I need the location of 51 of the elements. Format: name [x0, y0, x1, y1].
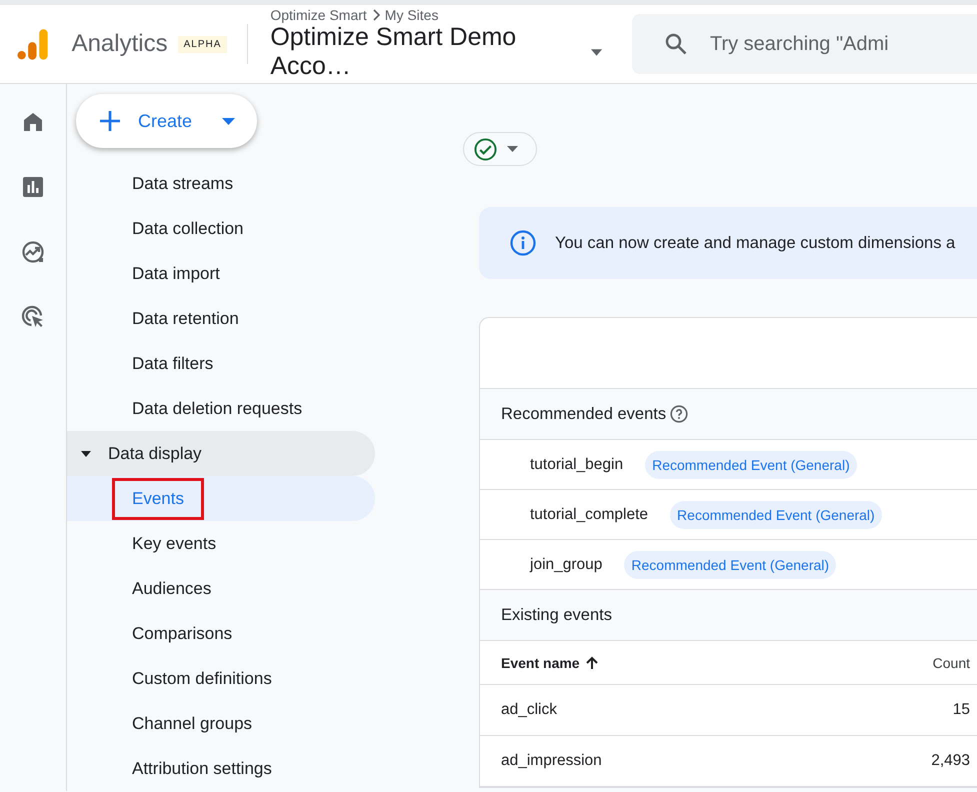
nav-item[interactable]: Data streams: [67, 161, 375, 206]
alpha-badge: ALPHA: [178, 36, 228, 52]
create-button[interactable]: Create: [76, 94, 257, 148]
caret-icon: [222, 118, 235, 124]
target-cursor-icon[interactable]: [21, 305, 45, 329]
plus-icon: [98, 109, 122, 133]
event-name: tutorial_complete: [530, 506, 648, 524]
product-name: Analytics: [72, 30, 168, 58]
table-cell: 15: [952, 701, 970, 719]
search-field[interactable]: Try searching "Admi: [632, 14, 977, 74]
home-icon[interactable]: [21, 110, 45, 134]
nav-item[interactable]: Data retention: [67, 296, 375, 341]
analytics-logo: [17, 28, 48, 60]
event-tag: Recommended Event (General): [670, 500, 882, 528]
event-tag: Recommended Event (General): [645, 450, 857, 478]
nav-item[interactable]: Events: [67, 476, 375, 521]
info-icon: [510, 230, 536, 256]
nav-item[interactable]: Attribution settings: [67, 746, 375, 791]
table-cell: 2,493: [931, 752, 970, 770]
caret-icon: [81, 450, 91, 456]
event-tag: Recommended Event (General): [624, 550, 836, 578]
column-header[interactable]: Event name: [501, 654, 599, 670]
bar-chart-icon[interactable]: [21, 175, 45, 199]
nav-item[interactable]: Data import: [67, 251, 375, 296]
trend-chart-icon[interactable]: [21, 240, 45, 264]
section-title: Recommended events: [501, 404, 666, 424]
section-title: Existing events: [501, 606, 612, 624]
caret-icon[interactable]: [590, 48, 602, 56]
nav-item[interactable]: Channel groups: [67, 701, 375, 746]
column-header[interactable]: Count: [932, 654, 970, 670]
event-name: tutorial_begin: [530, 456, 624, 474]
breadcrumb-link[interactable]: Optimize Smart: [270, 7, 367, 23]
nav-group-item[interactable]: Data display: [67, 431, 375, 476]
nav-item[interactable]: Data collection: [67, 206, 375, 251]
status-dropdown[interactable]: [463, 132, 537, 166]
nav-item[interactable]: Comparisons: [67, 611, 375, 656]
banner-text: You can now create and manage custom dimensions a: [555, 234, 956, 252]
nav-item[interactable]: Data filters: [67, 341, 375, 386]
nav-item[interactable]: Custom definitions: [67, 656, 375, 701]
search-icon: [664, 32, 688, 56]
table-cell: ad_click: [501, 701, 557, 719]
caret-icon: [507, 146, 518, 152]
help-icon[interactable]: [670, 405, 688, 423]
nav-item[interactable]: Key events: [67, 521, 375, 566]
nav-item[interactable]: Audiences: [67, 566, 375, 611]
property-selector[interactable]: Optimize Smart Demo Acco…: [270, 23, 577, 81]
event-name: join_group: [530, 556, 602, 574]
nav-item[interactable]: Data deletion requests: [67, 386, 375, 431]
breadcrumb-link[interactable]: My Sites: [384, 7, 438, 23]
table-cell: ad_impression: [501, 752, 602, 770]
sort-arrow-icon: [584, 656, 599, 670]
